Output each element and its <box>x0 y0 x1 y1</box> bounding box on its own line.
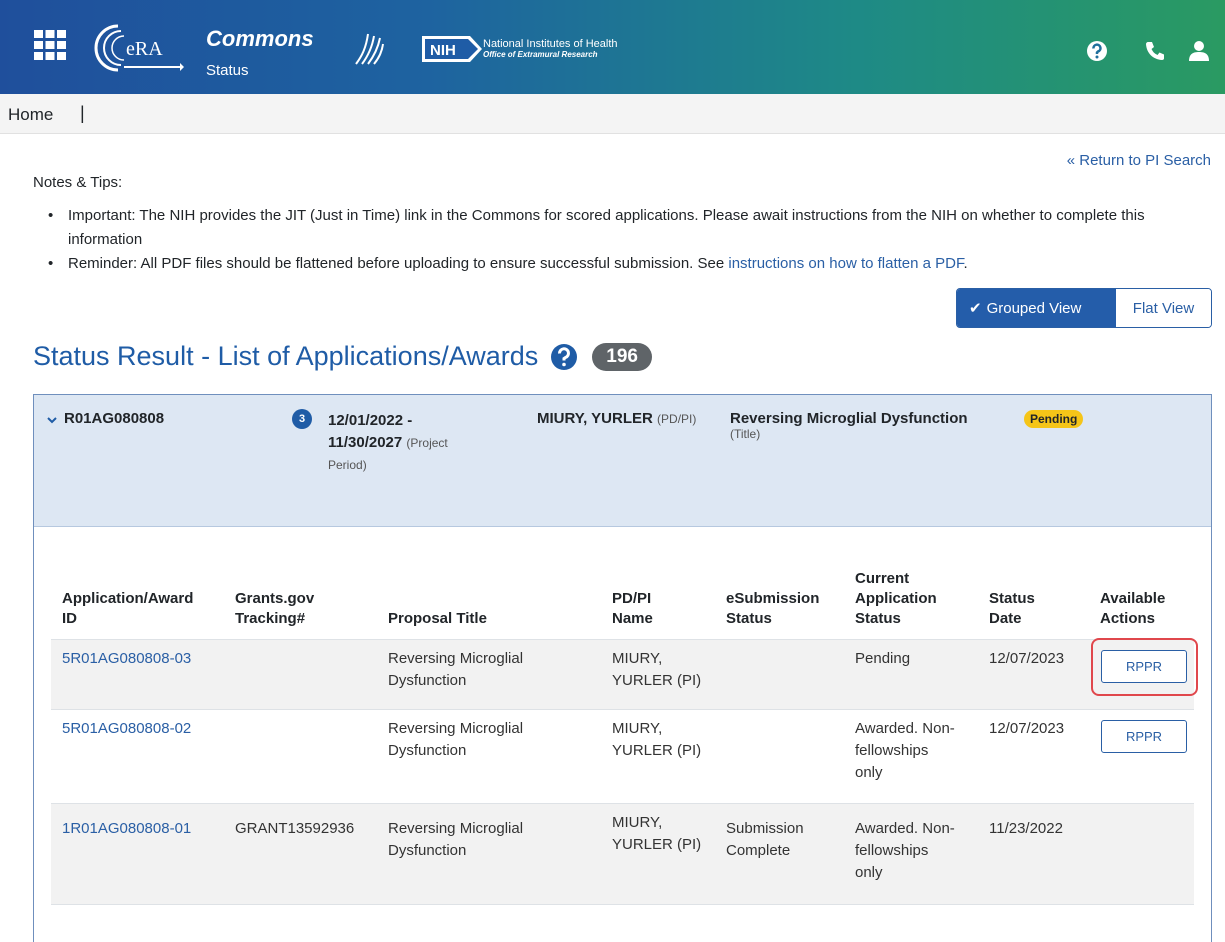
col-header-status-date[interactable]: Status Date <box>989 589 1035 629</box>
tracking-number: GRANT13592936 <box>235 820 355 837</box>
esubmission-status: Submission Complete <box>726 820 804 859</box>
app-name: Commons <box>206 26 314 51</box>
col-header-proposal-title[interactable]: Proposal Title <box>388 609 487 629</box>
project-period: 12/01/2022 - 11/30/2027 (Project Period) <box>328 410 518 476</box>
grouped-view-label: Grouped View <box>986 299 1082 317</box>
proposal-title: Reversing Microglial Dysfunction <box>388 820 524 859</box>
status-badge: Pending <box>1024 410 1084 428</box>
group-pi-name: MIURY, YURLER <box>537 410 653 427</box>
return-to-pi-search-link[interactable]: « Return to PI Search <box>1067 152 1211 169</box>
application-status: Awarded. Non-fellowships only <box>855 720 955 781</box>
status-date: 12/07/2023 <box>989 650 1065 667</box>
phone-icon[interactable] <box>1144 40 1166 62</box>
rppr-button[interactable]: RPPR <box>1101 720 1187 753</box>
era-logo[interactable]: eRA <box>88 22 184 74</box>
period-label: (Project <box>406 436 448 450</box>
period-end: 11/30/2027 <box>328 434 403 451</box>
table-row: 5R01AG080808-02 Reversing Microglial Dysf… <box>51 709 1194 803</box>
group-header[interactable]: R01AG080808 3 12/01/2022 - 11/30/2027 (P… <box>34 395 1211 527</box>
application-id-link[interactable]: 5R01AG080808-02 <box>62 718 191 740</box>
proposal-title: Reversing Microglial Dysfunction <box>388 650 524 689</box>
note-text: Reminder: All PDF files should be flatte… <box>68 255 729 272</box>
table-row: 5R01AG080808-03 Reversing Microglial Dysf… <box>51 639 1194 709</box>
app-subtitle: Status <box>206 62 249 79</box>
checkmark-icon: ✔ <box>969 300 982 317</box>
notes-list: Important: The NIH provides the JIT (Jus… <box>44 204 1204 276</box>
group-title-text: Reversing Microglial Dysfunction <box>730 410 968 427</box>
application-id-link[interactable]: 1R01AG080808-01 <box>62 818 191 840</box>
note-item: Important: The NIH provides the JIT (Jus… <box>44 204 1204 252</box>
breadcrumb-home[interactable]: Home <box>8 105 53 125</box>
help-circle-icon[interactable] <box>550 343 578 371</box>
svg-text:eRA: eRA <box>126 38 163 60</box>
group-award-id[interactable]: R01AG080808 <box>64 410 164 427</box>
group-count-badge: 3 <box>292 409 312 429</box>
note-text: Important: The NIH provides the JIT (Jus… <box>68 207 1145 248</box>
nih-logo: NIH <box>422 36 482 62</box>
nih-office: Office of Extramural Research <box>483 50 598 59</box>
page-title: Status Result - List of Applications/Awa… <box>33 341 652 372</box>
application-group: R01AG080808 3 12/01/2022 - 11/30/2027 (P… <box>33 394 1212 942</box>
nih-name: National Institutes of Health <box>483 38 618 50</box>
breadcrumb: Home | <box>0 94 1225 134</box>
status-date: 12/07/2023 <box>989 720 1065 737</box>
apps-grid-icon[interactable] <box>34 30 66 60</box>
application-id-link[interactable]: 5R01AG080808-03 <box>62 648 191 670</box>
application-status: Pending <box>855 650 911 667</box>
svg-text:NIH: NIH <box>430 42 456 59</box>
chevron-down-icon[interactable] <box>46 414 58 426</box>
view-toggle: ✔ Grouped View Flat View <box>956 288 1212 328</box>
period-label-2: Period) <box>328 458 367 472</box>
col-header-app-status[interactable]: Current Application Status <box>855 569 937 629</box>
table-row: 1R01AG080808-01 GRANT13592936 Reversing … <box>51 803 1194 905</box>
top-banner: eRA Commons Status NIH National Institut… <box>0 0 1225 94</box>
pi-name: MIURY, YURLER (PI) <box>612 720 702 759</box>
flatten-pdf-link[interactable]: instructions on how to flatten a PDF <box>728 255 963 272</box>
col-header-actions: Available Actions <box>1100 590 1166 627</box>
pi-name: MIURY, YURLER (PI) <box>612 650 702 689</box>
col-header-tracking[interactable]: Grants.gov Tracking# <box>235 589 314 629</box>
col-header-esubmission[interactable]: eSubmission Status <box>726 589 819 629</box>
group-pi: MIURY, YURLER (PD/PI) <box>537 410 696 427</box>
highlight-annotation <box>1091 638 1198 696</box>
col-header-pi-name[interactable]: PD/PI Name <box>612 589 653 629</box>
help-icon[interactable] <box>1086 40 1108 62</box>
status-date: 11/23/2022 <box>989 820 1063 837</box>
hhs-eagle-logo <box>355 33 384 65</box>
nih-wordmark: National Institutes of Health Office of … <box>483 38 618 59</box>
note-item: Reminder: All PDF files should be flatte… <box>44 252 1204 276</box>
flat-view-button[interactable]: Flat View <box>1116 289 1211 327</box>
flat-view-label: Flat View <box>1132 299 1195 317</box>
user-icon[interactable] <box>1188 40 1210 62</box>
application-status: Awarded. Non-fellowships only <box>855 820 955 881</box>
grouped-view-button[interactable]: ✔ Grouped View <box>957 289 1116 327</box>
group-title: Reversing Microglial Dysfunction (Title) <box>730 410 968 441</box>
col-header-app-id[interactable]: Application/Award ID <box>62 589 193 629</box>
note-text-end: . <box>963 255 968 272</box>
period-start: 12/01/2022 - <box>328 412 413 429</box>
pi-name: MIURY, YURLER (PI) <box>612 814 702 853</box>
page-title-text: Status Result - List of Applications/Awa… <box>33 341 539 371</box>
notes-title: Notes & Tips: <box>33 174 123 191</box>
breadcrumb-separator: | <box>80 103 85 123</box>
result-count-badge: 196 <box>592 342 652 371</box>
group-pi-label: (PD/PI) <box>657 412 697 426</box>
group-title-label: (Title) <box>730 427 761 441</box>
proposal-title: Reversing Microglial Dysfunction <box>388 720 524 759</box>
